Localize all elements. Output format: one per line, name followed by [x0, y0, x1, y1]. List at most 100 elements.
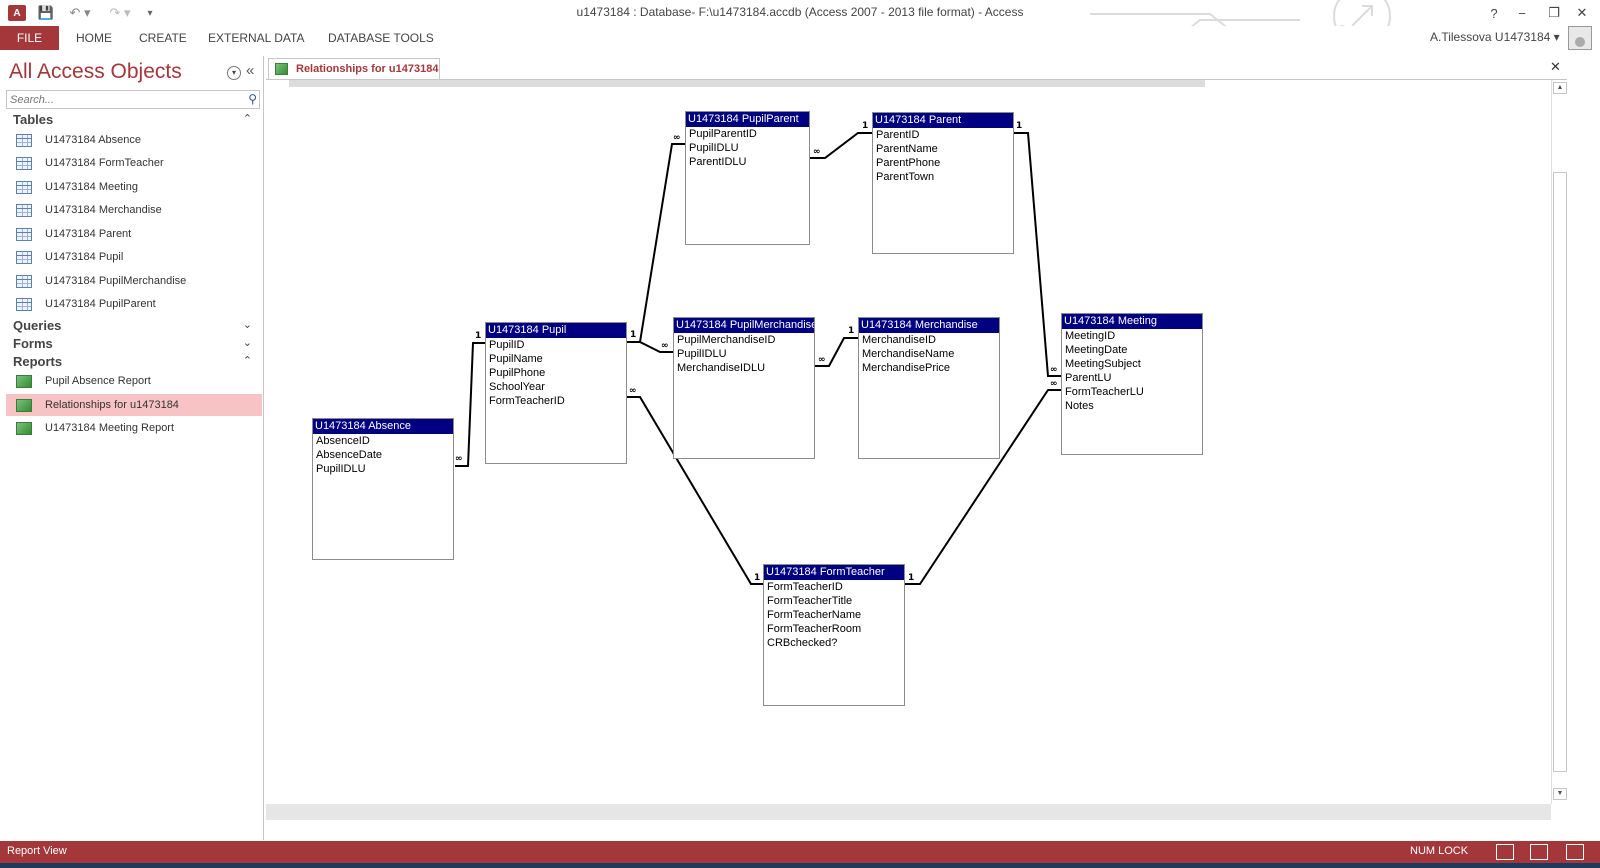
report-icon — [16, 421, 32, 435]
table-box-merchandise[interactable]: U1473184 Merchandise MerchandiseID Merch… — [858, 317, 1000, 459]
nav-item-table-meeting[interactable]: U1473184 Meeting — [6, 176, 262, 198]
field-row: PupilName — [489, 353, 543, 365]
many-label: ∞ — [673, 133, 681, 143]
one-label: 1 — [630, 330, 637, 340]
nav-item-label: U1473184 PupilParent — [45, 298, 156, 310]
document-tab-label: Relationships for u1473184 — [296, 63, 439, 75]
table-box-parent[interactable]: U1473184 Parent ParentID ParentName Pare… — [872, 112, 1014, 254]
table-box-title: U1473184 Absence — [313, 419, 453, 434]
tab-file[interactable]: FILE — [0, 26, 59, 50]
design-view-button[interactable] — [1566, 844, 1584, 860]
save-button[interactable]: 💾 — [36, 3, 56, 23]
group-label-queries: Queries — [13, 318, 62, 333]
group-header-tables[interactable]: Tables ⌃ — [13, 112, 258, 129]
customize-toolbar-button[interactable]: ▾ — [142, 3, 158, 23]
one-label: 1 — [475, 331, 482, 341]
table-box-absence[interactable]: U1473184 Absence AbsenceID AbsenceDate P… — [312, 418, 454, 560]
field-row: ParentID — [876, 129, 920, 141]
tab-home[interactable]: HOME — [68, 26, 120, 50]
nav-item-table-formteacher[interactable]: U1473184 FormTeacher — [6, 152, 262, 174]
field-row: FormTeacherID — [489, 395, 565, 407]
nav-pane-menu-button[interactable]: ▾ — [227, 66, 241, 80]
table-box-title: U1473184 PupilParent — [686, 112, 809, 127]
nav-item-table-pupil[interactable]: U1473184 Pupil — [6, 246, 262, 268]
search-icon[interactable]: ⚲ — [248, 92, 257, 106]
tab-create[interactable]: CREATE — [131, 26, 195, 50]
scroll-down-arrow-icon[interactable]: ▼ — [1553, 788, 1567, 800]
navigation-pane: All Access Objects ▾ « ⚲ Tables ⌃ U14731… — [3, 56, 264, 840]
horizontal-scrollbar[interactable] — [266, 804, 1551, 820]
table-box-title: U1473184 PupilMerchandise — [674, 318, 814, 333]
nav-item-table-parent[interactable]: U1473184 Parent — [6, 223, 262, 245]
group-header-forms[interactable]: Forms ⌄ — [13, 336, 258, 353]
close-document-button[interactable]: ✕ — [1550, 59, 1561, 75]
vertical-scrollbar[interactable]: ▲ ▼ — [1551, 80, 1567, 804]
restore-button[interactable]: ❐ — [1540, 2, 1568, 24]
table-box-pupilparent[interactable]: U1473184 PupilParent PupilParentID Pupil… — [685, 111, 810, 245]
close-window-button[interactable]: ✕ — [1568, 2, 1596, 24]
nav-item-label: U1473184 Parent — [45, 228, 132, 240]
layout-view-button[interactable] — [1530, 844, 1548, 860]
field-row: ParentPhone — [876, 157, 941, 169]
group-header-queries[interactable]: Queries ⌄ — [13, 318, 258, 335]
redo-button[interactable]: ↷ ▾ — [106, 3, 134, 23]
minimize-button[interactable]: − — [1508, 2, 1536, 24]
table-icon — [16, 156, 32, 170]
table-icon — [16, 203, 32, 217]
field-row: PupilIDLU — [316, 463, 366, 475]
report-view-button[interactable] — [1496, 844, 1514, 860]
field-row: PupilParentID — [689, 128, 757, 140]
field-row: PupilIDLU — [677, 348, 727, 360]
scroll-up-arrow-icon[interactable]: ▲ — [1553, 82, 1567, 94]
nav-item-report-pupil-absence[interactable]: Pupil Absence Report — [6, 370, 262, 392]
one-label: 1 — [754, 573, 761, 583]
field-row: MerchandiseID — [862, 334, 936, 346]
undo-button[interactable]: ↶ ▾ — [66, 3, 94, 23]
windows-taskbar — [0, 863, 1600, 868]
table-box-title: U1473184 FormTeacher — [764, 565, 904, 580]
nav-item-label: Relationships for u1473184 — [45, 399, 179, 411]
scroll-thumb[interactable] — [1553, 172, 1567, 772]
nav-item-table-merchandise[interactable]: U1473184 Merchandise — [6, 199, 262, 221]
window-title: u1473184 : Database- F:\u1473184.accdb (… — [576, 5, 1024, 19]
user-account-menu[interactable]: A.Tilessova U1473184 ▾ — [1430, 30, 1560, 44]
tab-relationships-report[interactable]: Relationships for u1473184 — [268, 58, 440, 79]
nav-item-table-pupilparent[interactable]: U1473184 PupilParent — [6, 293, 262, 315]
table-box-meeting[interactable]: U1473184 Meeting MeetingID MeetingDate M… — [1061, 313, 1203, 455]
many-label: ∞ — [818, 355, 826, 365]
collapse-chevron-icon: ⌃ — [242, 355, 252, 367]
nav-item-label: U1473184 Meeting — [45, 181, 138, 193]
table-box-pupil[interactable]: U1473184 Pupil PupilID PupilName PupilPh… — [485, 322, 627, 464]
field-row: MeetingID — [1065, 330, 1116, 342]
nav-item-label: U1473184 Meeting Report — [45, 422, 175, 434]
field-row: FormTeacherTitle — [767, 595, 853, 607]
field-row: PupilMerchandiseID — [677, 334, 776, 346]
nav-pane-title[interactable]: All Access Objects — [9, 60, 182, 84]
nav-item-report-meeting[interactable]: U1473184 Meeting Report — [6, 417, 262, 439]
field-row: FormTeacherName — [767, 609, 862, 621]
many-label: ∞ — [455, 454, 463, 464]
search-input[interactable] — [7, 91, 237, 108]
avatar[interactable] — [1568, 26, 1592, 50]
help-button[interactable]: ? — [1480, 2, 1508, 24]
group-header-reports[interactable]: Reports ⌃ — [13, 354, 258, 371]
one-label: 1 — [862, 121, 869, 131]
nav-item-label: Pupil Absence Report — [45, 375, 151, 387]
tab-external-data[interactable]: EXTERNAL DATA — [200, 26, 312, 50]
access-logo-icon[interactable]: A — [6, 3, 28, 23]
tab-database-tools[interactable]: DATABASE TOOLS — [320, 26, 442, 50]
table-icon — [16, 250, 32, 264]
table-box-formteacher[interactable]: U1473184 FormTeacher FormTeacherID FormT… — [763, 564, 905, 706]
avatar-icon — [1575, 37, 1585, 47]
expand-chevron-icon: ⌄ — [242, 337, 252, 349]
table-box-pupilmerchandise[interactable]: U1473184 PupilMerchandise PupilMerchandi… — [673, 317, 815, 459]
expand-chevron-icon: ⌄ — [242, 319, 252, 331]
nav-item-report-relationships[interactable]: Relationships for u1473184 — [6, 394, 262, 416]
field-row: PupilPhone — [489, 367, 546, 379]
group-label-tables: Tables — [13, 112, 54, 127]
nav-item-table-pupilmerchandise[interactable]: U1473184 PupilMerchandise — [6, 270, 262, 292]
group-label-forms: Forms — [13, 336, 53, 351]
status-view-text: Report View — [7, 845, 67, 857]
nav-pane-collapse-button[interactable]: « — [246, 62, 254, 79]
nav-item-table-absence[interactable]: U1473184 Absence — [6, 129, 262, 151]
